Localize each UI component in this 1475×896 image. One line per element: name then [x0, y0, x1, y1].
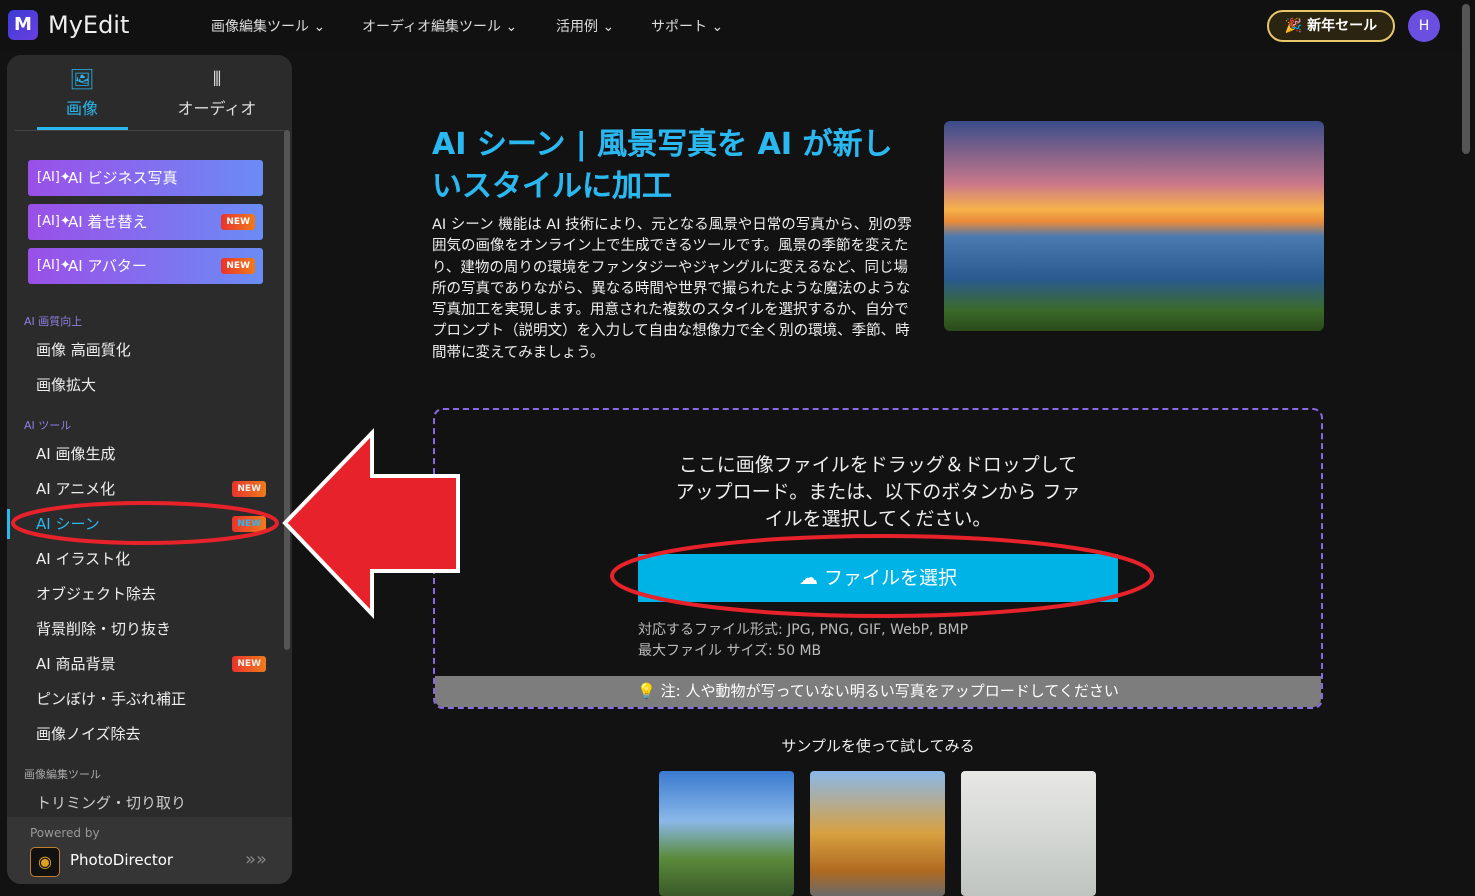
new-year-sale-button[interactable]: 🎉 新年セール	[1267, 10, 1395, 42]
sidebar-item-ai-image-gen[interactable]: AI 画像生成	[36, 442, 266, 466]
cloud-upload-icon: ☁	[798, 567, 818, 589]
ai-sparkle-icon: [AI]✦	[37, 170, 71, 185]
myedit-logo[interactable]: M	[8, 10, 38, 40]
chevrons-right-icon: »»	[245, 849, 268, 870]
item-label: 画像拡大	[36, 376, 97, 394]
upload-dropzone[interactable]: ここに画像ファイルをドラッグ＆ドロップしてアップロード。または、以下のボタンから…	[433, 408, 1323, 709]
ai-sparkle-icon: [AI]✦	[37, 214, 71, 229]
sidebar-item-crop[interactable]: トリミング・切り取り	[36, 791, 266, 815]
product-name: PhotoDirector	[70, 851, 174, 869]
page-scrollbar[interactable]	[1462, 4, 1470, 154]
party-popper-icon: 🎉	[1284, 18, 1303, 34]
hero-image-sunset-landscape	[944, 121, 1324, 331]
tab-label: オーディオ	[177, 99, 257, 118]
nav-support[interactable]: サポート ⌄	[651, 16, 723, 36]
item-label: ピンぼけ・手ぶれ補正	[36, 690, 187, 708]
new-badge: NEW	[232, 656, 266, 672]
sidebar-item-background-removal[interactable]: 背景削除・切り抜き	[36, 617, 266, 641]
select-file-button[interactable]: ☁ ファイルを選択	[638, 554, 1118, 602]
item-label: AI アバター	[68, 257, 147, 275]
sidebar-item-denoise[interactable]: 画像ノイズ除去	[36, 722, 266, 746]
new-badge: NEW	[232, 481, 266, 497]
sidebar-item-deblur[interactable]: ピンぼけ・手ぶれ補正	[36, 687, 266, 711]
chevron-down-icon: ⌄	[505, 19, 518, 35]
image-icon: 🖼	[69, 67, 95, 91]
new-badge: NEW	[221, 258, 255, 274]
section-title: 画像編集ツール	[24, 768, 101, 781]
sidebar-item-ai-product-background[interactable]: AI 商品背景 NEW	[36, 652, 266, 676]
sample-image-interior[interactable]	[961, 771, 1096, 896]
nav-label: オーディオ編集ツール	[362, 19, 502, 35]
sample-image-village[interactable]	[659, 771, 794, 896]
new-badge: NEW	[221, 214, 255, 230]
lightbulb-icon: 💡	[637, 682, 656, 700]
sidebar-item-object-removal[interactable]: オブジェクト除去	[36, 582, 266, 606]
nav-use-cases[interactable]: 活用例 ⌄	[556, 16, 614, 36]
tab-label: 画像	[65, 99, 98, 118]
section-title: AI 画質向上	[24, 315, 83, 328]
sidebar-scrollbar[interactable]	[284, 130, 290, 650]
nav-label: サポート	[651, 19, 707, 35]
drop-text: ここに画像ファイルをドラッグ＆ドロップしてアップロード。または、以下のボタンから…	[675, 454, 1081, 530]
item-label: トリミング・切り取り	[36, 794, 187, 812]
sidebar: 🖼 画像 ⦀ オーディオ [AI]✦ AI ビジネス写真 [AI]✦ AI 着せ替え NE…	[7, 55, 292, 884]
sidebar-item-ai-illustration[interactable]: AI イラスト化	[36, 547, 266, 571]
active-tab-indicator	[37, 127, 128, 130]
file-info: 対応するファイル形式: JPG, PNG, GIF, WebP, BMP 最大ファ…	[638, 620, 968, 662]
sidebar-item-enlarge[interactable]: 画像拡大	[36, 373, 266, 397]
max-file-size: 最大ファイル サイズ: 50 MB	[638, 643, 822, 659]
featured-ai-business-photo[interactable]: [AI]✦ AI ビジネス写真	[28, 160, 263, 196]
chevron-down-icon: ⌄	[711, 19, 724, 35]
samples-title: サンプルを使って試してみる	[781, 737, 975, 755]
brand-name[interactable]: MyEdit	[48, 11, 129, 39]
item-label: AI イラスト化	[36, 550, 131, 568]
ai-sparkle-icon: [AI]✦	[37, 258, 71, 273]
sidebar-item-ai-anime[interactable]: AI アニメ化 NEW	[36, 477, 266, 501]
featured-ai-outfit[interactable]: [AI]✦ AI 着せ替え NEW	[28, 204, 263, 240]
upload-note: 💡 注: 人や動物が写っていない明るい写真をアップロードしてください	[435, 676, 1321, 707]
powered-by-photodirector[interactable]: Powered by ◉ PhotoDirector »»	[7, 817, 292, 884]
sidebar-item-ai-scene[interactable]: AI シーン NEW	[36, 512, 266, 536]
nav-image-tools[interactable]: 画像編集ツール ⌄	[211, 16, 325, 36]
sample-image-house[interactable]	[810, 771, 945, 896]
item-label: 画像 高画質化	[36, 341, 131, 359]
item-label: AI 画像生成	[36, 445, 116, 463]
tab-divider	[15, 130, 285, 131]
featured-ai-avatar[interactable]: [AI]✦ AI アバター NEW	[28, 248, 263, 284]
waveform-icon: ⦀	[212, 67, 222, 91]
photodirector-logo-icon: ◉	[30, 847, 60, 877]
item-label: オブジェクト除去	[36, 585, 157, 603]
note-text: 注: 人や動物が写っていない明るい写真をアップロードしてください	[660, 682, 1119, 700]
item-label: AI シーン	[36, 515, 100, 533]
chevron-down-icon: ⌄	[602, 19, 615, 35]
nav-label: 活用例	[556, 19, 598, 35]
supported-formats: 対応するファイル形式: JPG, PNG, GIF, WebP, BMP	[638, 622, 969, 638]
active-item-indicator	[7, 509, 10, 539]
chevron-down-icon: ⌄	[313, 19, 326, 35]
nav-audio-tools[interactable]: オーディオ編集ツール ⌄	[362, 16, 517, 36]
item-label: 背景削除・切り抜き	[36, 620, 172, 638]
section-title: AI ツール	[24, 419, 72, 432]
sidebar-item-upscale-quality[interactable]: 画像 高画質化	[36, 338, 266, 362]
nav-label: 画像編集ツール	[211, 19, 309, 35]
item-label: AI 着せ替え	[68, 213, 148, 231]
item-label: AI 商品背景	[36, 655, 116, 673]
powered-by-label: Powered by	[30, 826, 100, 840]
tab-image[interactable]: 🖼 画像	[27, 67, 137, 119]
tab-audio[interactable]: ⦀ オーディオ	[162, 67, 272, 119]
button-label: ファイルを選択	[824, 567, 958, 589]
page-description: AI シーン 機能は AI 技術により、元となる風景や日常の写真から、別の雰囲気…	[432, 217, 912, 361]
new-badge: NEW	[232, 516, 266, 532]
page-title: AI シーン | 風景写真を AI が新しいスタイルに加工	[432, 124, 912, 208]
sale-label: 新年セール	[1307, 18, 1378, 34]
avatar[interactable]: H	[1408, 10, 1440, 42]
item-label: 画像ノイズ除去	[36, 725, 141, 743]
item-label: AI ビジネス写真	[68, 169, 178, 187]
top-bar: M MyEdit 画像編集ツール ⌄ オーディオ編集ツール ⌄ 活用例 ⌄ サポ…	[0, 0, 1475, 52]
item-label: AI アニメ化	[36, 480, 116, 498]
drop-instructions: ここに画像ファイルをドラッグ＆ドロップしてアップロード。または、以下のボタンから…	[435, 452, 1321, 533]
